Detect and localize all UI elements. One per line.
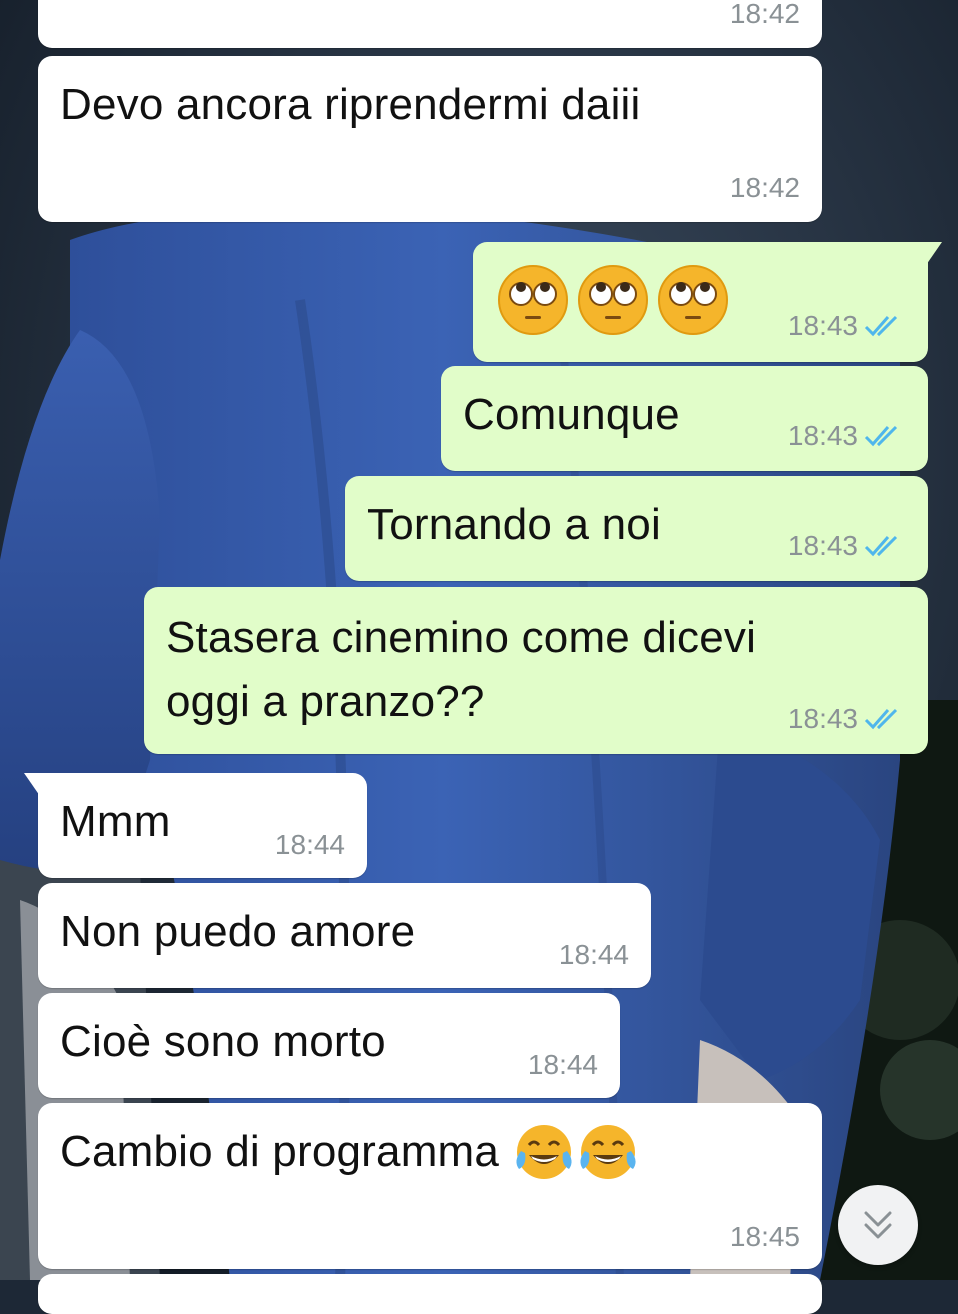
message-text-with-emoji: Cambio di programma [60,1119,639,1185]
message-bubble-outgoing[interactable]: Comunque 18:43 [441,366,928,471]
read-ticks-icon [864,425,898,447]
message-bubble-incoming[interactable]: Mmm 18:44 [24,773,367,878]
emoji-row [497,264,729,336]
message-time: 18:45 [729,1221,800,1252]
read-ticks-icon [864,708,898,730]
message-bubble-outgoing[interactable]: Stasera cinemino come dicevi oggi a pran… [144,587,928,754]
message-bubble-incoming[interactable]: Devo ancora riprendermi daiii 18:42 [38,56,822,222]
message-text: Non puedo amore [60,907,416,956]
tears-of-joy-emoji-icon [580,1125,636,1179]
message-bubble-incoming[interactable]: Non puedo amore 18:44 [38,883,651,988]
message-text: Mmm [60,797,171,846]
message-bubble-incoming[interactable]: 18:42 [38,0,822,48]
double-chevron-down-icon [864,1211,892,1239]
message-time: 18:44 [274,829,345,860]
message-bubble-incoming[interactable]: Cioè sono morto 18:44 [38,993,620,1098]
rolling-eyes-emoji-icon [578,265,648,335]
bubble-tail [24,773,48,799]
message-time: 18:42 [729,172,800,203]
message-text-line-1: Stasera cinemino come dicevi [166,613,757,662]
rolling-eyes-emoji-icon [498,265,568,335]
tears-of-joy-emoji-icon [516,1125,572,1179]
message-time: 18:44 [527,1049,598,1080]
message-time: 18:43 [787,310,858,341]
message-text: Cioè sono morto [60,1017,386,1066]
message-time: 18:43 [787,420,858,451]
message-bubble-incoming[interactable] [38,1274,822,1314]
message-text-line-2: oggi a pranzo?? [166,677,485,726]
emoji-row [513,1121,639,1183]
message-text: Cambio di programma [60,1127,500,1176]
read-ticks-icon [864,315,898,337]
message-text: Devo ancora riprendermi daiii [60,80,641,129]
message-time: 18:43 [787,530,858,561]
message-time: 18:43 [787,703,858,734]
message-time: 18:42 [729,0,800,29]
message-time: 18:44 [558,939,629,970]
read-ticks-icon [864,535,898,557]
message-text: Comunque [463,390,680,439]
scroll-to-bottom-button[interactable] [838,1185,918,1265]
rolling-eyes-emoji-icon [658,265,728,335]
message-bubble-outgoing[interactable]: 18:43 [473,242,942,362]
message-text: Tornando a noi [367,500,661,549]
message-bubble-incoming[interactable]: Cambio di programma 18:45 [38,1103,822,1269]
message-bubble-outgoing[interactable]: Tornando a noi 18:43 [345,476,928,581]
bubble-tail [918,242,942,268]
